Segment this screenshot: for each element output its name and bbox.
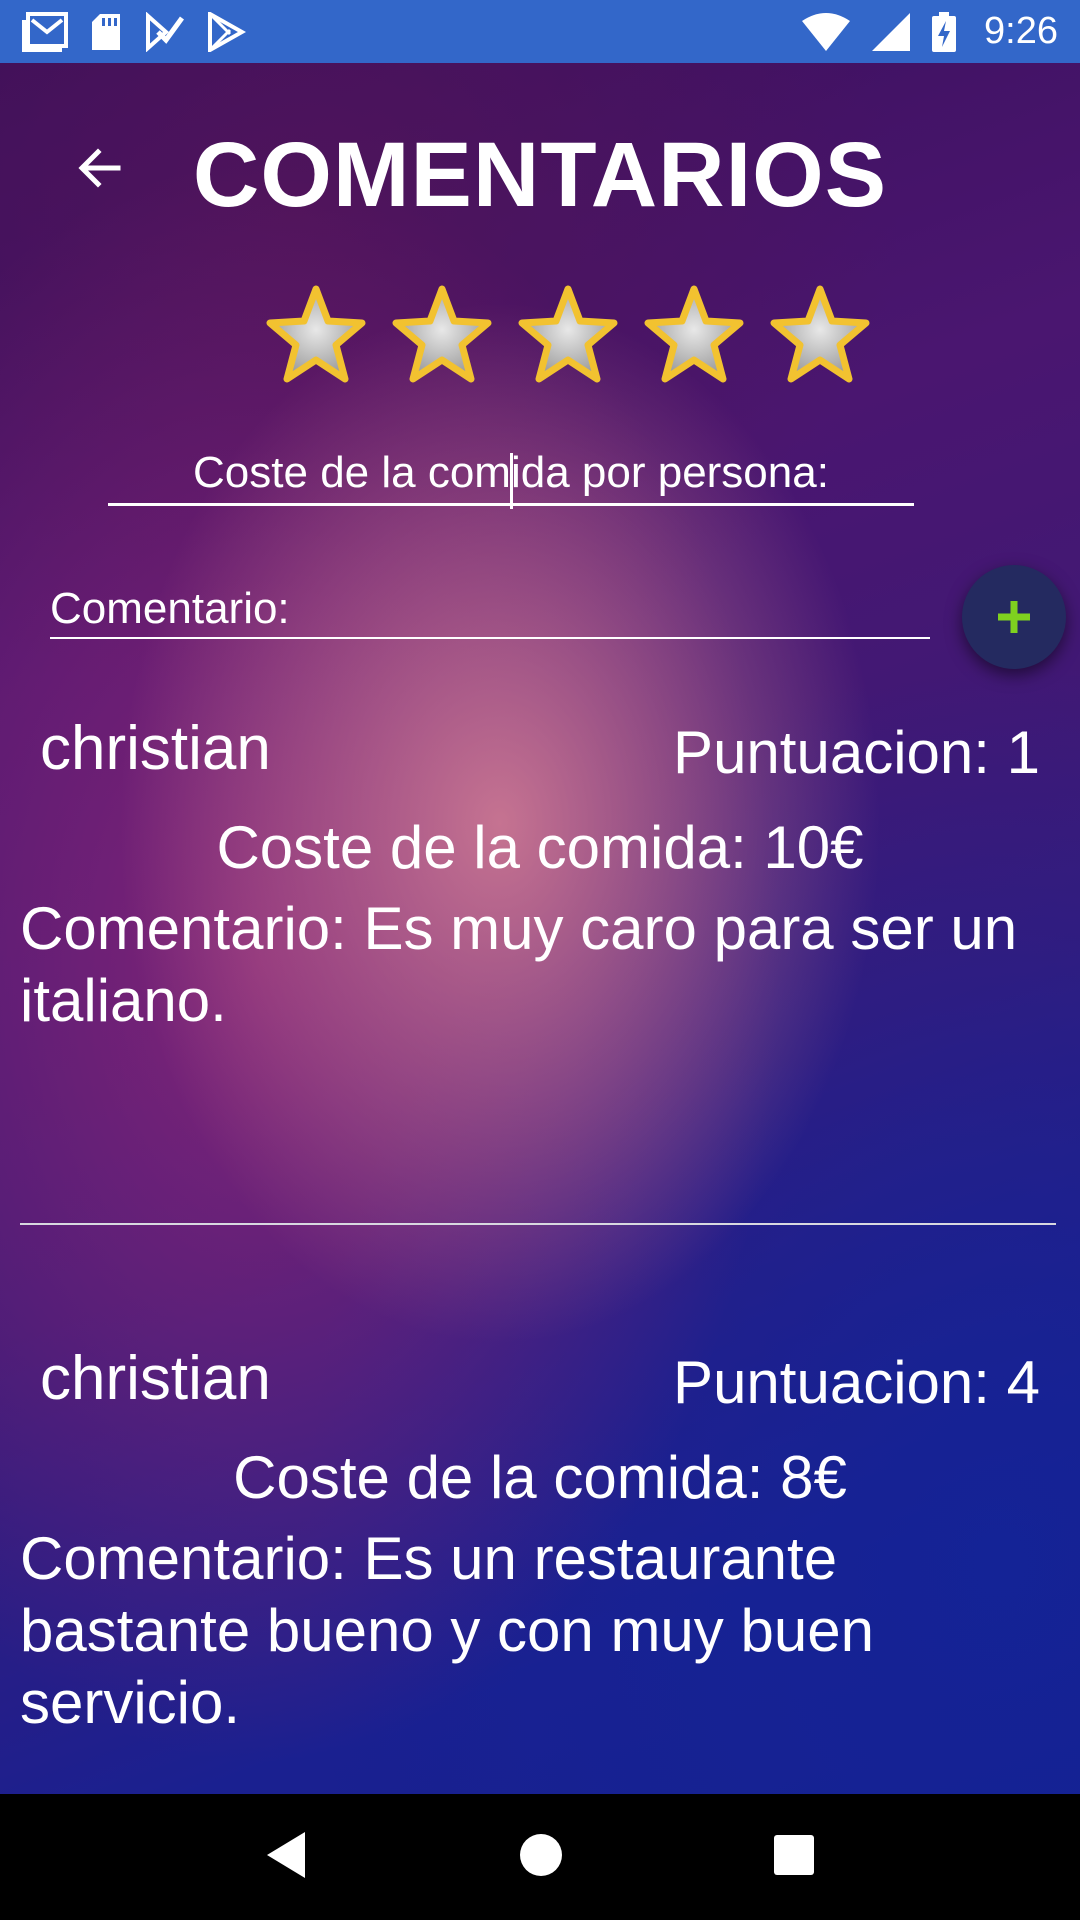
comment-user: christian	[40, 1344, 271, 1413]
sd-card-icon	[90, 12, 122, 52]
text-cursor	[510, 453, 513, 509]
add-comment-button[interactable]	[962, 565, 1066, 669]
comment-text: Comentario: Es muy caro para ser un ital…	[20, 895, 1018, 1034]
main-content: COMENTARIOS Coste de la comida por perso…	[0, 63, 1080, 1794]
comment-score: Puntuacion: 4	[673, 1349, 1040, 1416]
comment-cost: Coste de la comida: 8€	[233, 1444, 847, 1511]
divider	[20, 1223, 1056, 1225]
signal-icon	[872, 12, 911, 51]
page-title: COMENTARIOS	[192, 124, 888, 226]
status-bar: 9:26	[0, 0, 1080, 63]
task-check-icon	[144, 11, 184, 52]
status-time: 9:26	[984, 10, 1058, 52]
nav-back-icon[interactable]	[265, 1830, 309, 1885]
comment-user: christian	[40, 714, 271, 783]
play-store-icon	[206, 11, 246, 52]
star-icon[interactable]	[518, 285, 618, 383]
rating-bar[interactable]	[266, 285, 870, 383]
star-icon[interactable]	[644, 285, 744, 383]
nav-home-icon[interactable]	[519, 1833, 563, 1882]
comment-cost: Coste de la comida: 10€	[216, 814, 864, 881]
plus-icon	[998, 601, 1030, 633]
star-icon[interactable]	[392, 285, 492, 383]
comment-score: Puntuacion: 1	[673, 719, 1040, 786]
star-icon[interactable]	[770, 285, 870, 383]
comment-field[interactable]: Comentario:	[50, 581, 930, 639]
status-bar-left	[22, 11, 246, 52]
star-icon[interactable]	[266, 285, 366, 383]
nav-recents-icon[interactable]	[773, 1834, 815, 1881]
comment-text: Comentario: Es un restaurante bastante b…	[20, 1525, 874, 1736]
wifi-icon	[802, 12, 851, 51]
battery-charging-icon	[932, 11, 957, 52]
comment-placeholder: Comentario:	[50, 584, 290, 633]
navigation-bar	[0, 1794, 1080, 1920]
status-bar-right: 9:26	[802, 10, 1058, 53]
gmail-icon	[22, 11, 68, 52]
